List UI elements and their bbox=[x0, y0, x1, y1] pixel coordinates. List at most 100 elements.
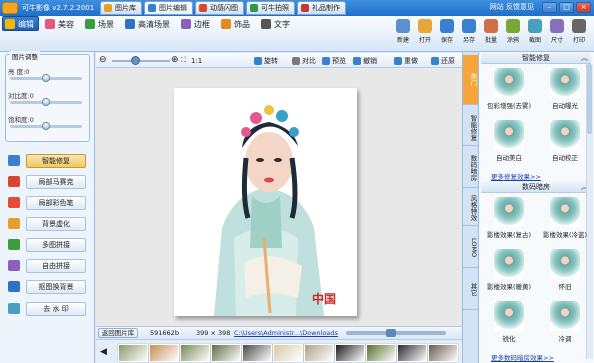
app-logo-icon bbox=[2, 2, 18, 14]
effect-item[interactable]: 包彩增强(去雾) bbox=[484, 68, 534, 110]
file-button-8[interactable]: 打印 bbox=[568, 18, 590, 48]
filmstrip-thumbnail[interactable] bbox=[211, 344, 241, 362]
filmstrip-thumbnail[interactable] bbox=[304, 344, 334, 362]
effect-category-tab-0[interactable]: 热门 bbox=[463, 55, 478, 105]
file-button-3[interactable]: 另存 bbox=[458, 18, 480, 48]
file-path-link[interactable]: C:\Users\Administr...\Downloads bbox=[234, 329, 338, 337]
slider-knob[interactable] bbox=[42, 74, 50, 82]
file-button-2[interactable]: 保存 bbox=[436, 18, 458, 48]
close-button[interactable]: × bbox=[576, 2, 591, 13]
actual-size-label[interactable]: 1:1 bbox=[191, 57, 202, 65]
filmstrip-thumbnail[interactable] bbox=[149, 344, 179, 362]
side-button-label: 抠图换背景 bbox=[26, 280, 86, 294]
effect-category-tab-2[interactable]: 数码暗房 bbox=[463, 148, 478, 188]
filmstrip-thumbnail[interactable] bbox=[366, 344, 396, 362]
file-button-7[interactable]: 尺寸 bbox=[546, 18, 568, 48]
filmstrip-thumbnail[interactable] bbox=[118, 344, 148, 362]
effect-category-tab-3[interactable]: 风格特效 bbox=[463, 190, 478, 226]
tab-animated[interactable]: 动感闪图 bbox=[195, 1, 244, 15]
tab-photo-edit[interactable]: 图片编辑 bbox=[144, 1, 193, 15]
effect-thumbnail bbox=[550, 197, 580, 227]
edit-button-1[interactable]: 对比 bbox=[292, 56, 316, 66]
effect-thumbnail bbox=[494, 120, 524, 150]
effect-item[interactable]: 锐化 bbox=[484, 301, 534, 343]
edit-button-4[interactable]: 重做 bbox=[394, 56, 418, 66]
filmstrip-thumbnail[interactable] bbox=[428, 344, 458, 362]
section-header-smart-fix[interactable]: 智能修复 ︽ bbox=[481, 53, 591, 64]
tool-tab-6[interactable]: 文字 bbox=[258, 16, 295, 31]
side-button-4[interactable]: 多图拼接 bbox=[6, 238, 90, 252]
effect-item[interactable]: 自动校正 bbox=[540, 120, 590, 162]
effect-item[interactable]: 怀旧 bbox=[540, 249, 590, 291]
side-button-0[interactable]: 智能修复 bbox=[6, 154, 90, 168]
tool-6-icon bbox=[261, 19, 271, 29]
tool-tab-2[interactable]: 场景 bbox=[82, 16, 119, 31]
tool-2-icon bbox=[85, 19, 95, 29]
zoom-out-icon[interactable]: ⊖ bbox=[99, 56, 107, 65]
side-button-3[interactable]: 背景虚化 bbox=[6, 217, 90, 231]
zoom-in-icon[interactable]: ⊕ bbox=[171, 56, 179, 65]
effect-item[interactable]: 影楼效果(冷蓝) bbox=[540, 197, 590, 239]
tool-tab-0[interactable]: 编辑 bbox=[2, 16, 39, 31]
edit-button-5[interactable]: 还原 bbox=[431, 56, 455, 66]
effect-item[interactable]: 冷调 bbox=[540, 301, 590, 343]
filmstrip-thumbnail[interactable] bbox=[180, 344, 210, 362]
maximize-button[interactable]: □ bbox=[559, 2, 574, 13]
window-links[interactable]: 网站 反馈意见 bbox=[490, 2, 534, 12]
watermark-text: 中国 bbox=[312, 291, 336, 306]
opera-portrait-photo[interactable]: 中国 bbox=[174, 88, 357, 316]
file-button-1-icon bbox=[418, 19, 432, 33]
side-button-7[interactable]: 去 水 印 bbox=[6, 302, 90, 316]
tool-tab-1[interactable]: 美容 bbox=[42, 16, 79, 31]
effect-label: 怀旧 bbox=[558, 283, 572, 291]
filmstrip-scrollbar[interactable] bbox=[346, 331, 446, 335]
edit-button-0[interactable]: 旋转 bbox=[254, 56, 278, 66]
more-darkroom-effects-link[interactable]: 更多数码暗房效果>> bbox=[491, 352, 554, 362]
zoom-slider[interactable] bbox=[112, 60, 170, 62]
effect-item[interactable]: 自动曝光 bbox=[540, 68, 590, 110]
filmstrip-prev-icon[interactable]: ◀ bbox=[100, 347, 107, 357]
effect-thumbnail bbox=[550, 120, 580, 150]
slider-label: 亮 度:0 bbox=[8, 68, 30, 76]
effect-category-tab-4[interactable]: LOMO bbox=[463, 228, 478, 268]
tab-gifts[interactable]: 礼品制作 bbox=[297, 1, 346, 15]
file-button-6[interactable]: 截图 bbox=[524, 18, 546, 48]
filmstrip-thumbnail[interactable] bbox=[397, 344, 427, 362]
file-button-4[interactable]: 批量 bbox=[480, 18, 502, 48]
file-button-5[interactable]: 涂鸦 bbox=[502, 18, 524, 48]
tool-5-icon bbox=[221, 19, 231, 29]
edit-button-3[interactable]: 撤销 bbox=[353, 56, 377, 66]
tool-tab-4[interactable]: 边框 bbox=[178, 16, 215, 31]
more-fix-effects-link[interactable]: 更多修复效果>> bbox=[491, 171, 541, 181]
side-button-2[interactable]: 局部彩色笔 bbox=[6, 196, 90, 210]
filmstrip-thumbnail[interactable] bbox=[335, 344, 365, 362]
slider-knob[interactable] bbox=[42, 98, 50, 106]
file-button-1[interactable]: 打开 bbox=[414, 18, 436, 48]
effect-category-tab-5[interactable]: 其它 bbox=[463, 270, 478, 310]
tool-0-icon bbox=[5, 19, 15, 29]
return-to-library-button[interactable]: 返回图片库 bbox=[98, 328, 138, 338]
file-button-0[interactable]: 新建 bbox=[392, 18, 414, 48]
fit-window-icon[interactable]: ⛶ bbox=[181, 56, 186, 65]
side-button-1[interactable]: 局部马赛克 bbox=[6, 175, 90, 189]
collapse-icon[interactable]: ︽ bbox=[581, 53, 588, 64]
filmstrip-thumbnail[interactable] bbox=[273, 344, 303, 362]
section-header-darkroom[interactable]: 数码暗房 ︽ bbox=[481, 182, 591, 193]
slider-knob[interactable] bbox=[42, 122, 50, 130]
edit-button-label: 预览 bbox=[332, 57, 346, 65]
filmstrip-thumbnail[interactable] bbox=[242, 344, 272, 362]
file-button-2-icon bbox=[440, 19, 454, 33]
side-button-6[interactable]: 抠图换背景 bbox=[6, 280, 90, 294]
minimize-button[interactable]: – bbox=[542, 2, 557, 13]
filmstrip-scroll-thumb[interactable] bbox=[386, 329, 396, 337]
tool-tab-3[interactable]: 高清场景 bbox=[122, 16, 175, 31]
side-button-5[interactable]: 自由拼接 bbox=[6, 259, 90, 273]
effect-item[interactable]: 影楼效果(暖黄) bbox=[484, 249, 534, 291]
effect-item[interactable]: 影楼效果(复古) bbox=[484, 197, 534, 239]
effect-category-tab-1[interactable]: 智能修复 bbox=[463, 110, 478, 146]
tab-camera[interactable]: 可牛拍照 bbox=[246, 1, 295, 15]
tab-photo-library[interactable]: 图片库 bbox=[100, 1, 142, 15]
tool-tab-5[interactable]: 饰品 bbox=[218, 16, 255, 31]
effect-item[interactable]: 自动美白 bbox=[484, 120, 534, 162]
edit-button-2[interactable]: 预览 bbox=[322, 56, 346, 66]
